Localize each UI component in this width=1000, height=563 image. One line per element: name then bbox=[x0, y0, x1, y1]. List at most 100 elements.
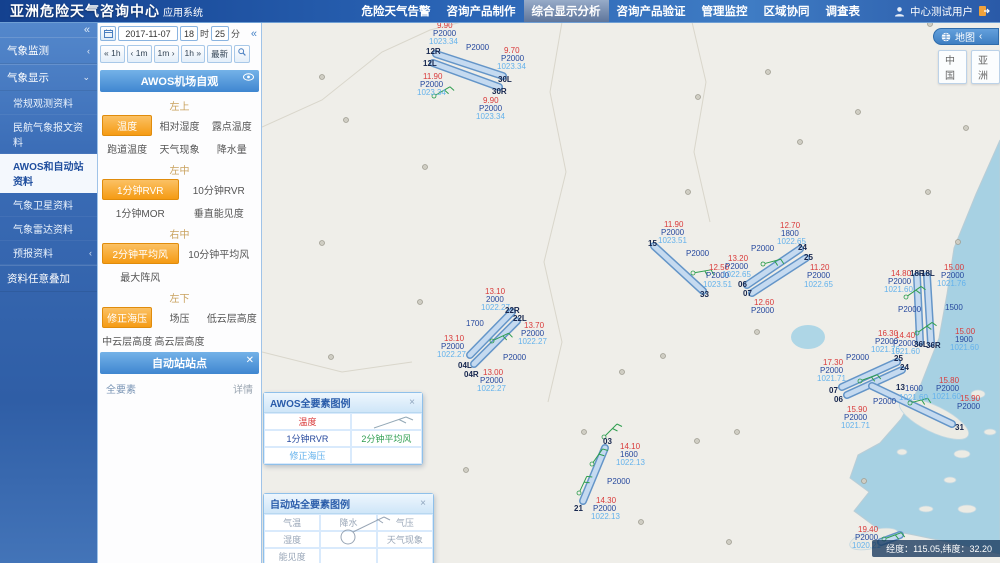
element-button[interactable]: 露点温度 bbox=[207, 116, 257, 135]
all-elements-link[interactable]: 全要素 bbox=[106, 381, 136, 396]
element-button[interactable]: 天气现象 bbox=[154, 139, 204, 158]
station-links: 全要素 详情 bbox=[98, 376, 261, 401]
station-dot[interactable] bbox=[695, 439, 700, 444]
element-button[interactable]: 10分钟平均风 bbox=[181, 244, 258, 263]
chevron-left-icon[interactable]: ‹ bbox=[979, 31, 982, 42]
element-button[interactable]: 1分钟MOR bbox=[102, 203, 179, 222]
element-button[interactable]: 跑道温度 bbox=[102, 139, 152, 158]
station-dot[interactable] bbox=[755, 330, 760, 335]
station-dot[interactable] bbox=[686, 190, 691, 195]
basemap-toggle[interactable]: 地图 ‹ bbox=[933, 28, 999, 45]
position-label: 左上 bbox=[98, 94, 261, 115]
close-icon[interactable]: ✕ bbox=[246, 355, 254, 366]
close-icon[interactable]: × bbox=[408, 397, 416, 408]
element-button[interactable]: 中云层高度 bbox=[102, 331, 152, 350]
time-nav-button[interactable]: ‹ 1m bbox=[127, 45, 152, 63]
nav-item[interactable]: 管理监控 bbox=[694, 0, 756, 22]
logout-icon[interactable] bbox=[978, 5, 990, 17]
element-button[interactable]: 低云层高度 bbox=[207, 308, 257, 327]
station-dot[interactable] bbox=[856, 110, 861, 115]
time-nav-button[interactable]: « 1h bbox=[100, 45, 125, 63]
sidebar-item[interactable]: 气象显示⌄ bbox=[0, 64, 97, 91]
element-button[interactable]: 垂直能见度 bbox=[181, 203, 258, 222]
station-dot[interactable] bbox=[582, 430, 587, 435]
sidebar-item[interactable]: 气象雷达资料 bbox=[0, 217, 97, 241]
station-dot[interactable] bbox=[766, 70, 771, 75]
sidebar-item-label: 气象卫星资料 bbox=[13, 197, 73, 212]
active-element-button[interactable]: 1分钟RVR bbox=[102, 179, 179, 200]
sidebar-item[interactable]: 常规观测资料 bbox=[0, 91, 97, 115]
nav-item[interactable]: 综合显示分析 bbox=[524, 0, 609, 22]
time-nav-button[interactable]: 最新 bbox=[207, 45, 232, 63]
element-button[interactable]: 相对湿度 bbox=[154, 116, 204, 135]
date-row: 2017-11-07 18 时 25 分 « bbox=[98, 22, 261, 43]
region-button[interactable]: 中国 bbox=[938, 50, 967, 84]
detail-link[interactable]: 详情 bbox=[233, 381, 253, 396]
search-icon[interactable] bbox=[234, 45, 250, 63]
station-dot[interactable] bbox=[464, 468, 469, 473]
hour-unit: 时 bbox=[200, 27, 209, 40]
close-icon[interactable]: × bbox=[419, 498, 427, 509]
nav-item[interactable]: 区域协同 bbox=[756, 0, 818, 22]
station-dot[interactable] bbox=[926, 190, 931, 195]
station-dot[interactable] bbox=[862, 479, 867, 484]
station-dot[interactable] bbox=[329, 355, 334, 360]
station-dot[interactable] bbox=[798, 140, 803, 145]
hour-input[interactable]: 18 bbox=[180, 26, 198, 41]
station-dot[interactable] bbox=[620, 370, 625, 375]
element-button[interactable]: 场压 bbox=[154, 308, 204, 327]
time-nav-button[interactable]: 1m › bbox=[154, 45, 179, 63]
nav-item[interactable]: 咨询产品验证 bbox=[609, 0, 694, 22]
time-nav-button[interactable]: 1h » bbox=[181, 45, 206, 63]
sidebar-menu: 气象监测‹气象显示⌄ 常规观测资料民航气象报文资料AWOS和自动站资料气象卫星资料… bbox=[0, 37, 97, 292]
panel-collapse-icon[interactable]: « bbox=[251, 28, 259, 40]
sidebar-item[interactable]: 民航气象报文资料 bbox=[0, 115, 97, 154]
station-dot[interactable] bbox=[696, 95, 701, 100]
active-element-button[interactable]: 2分钟平均风 bbox=[102, 243, 179, 264]
calendar-icon[interactable] bbox=[100, 26, 116, 41]
region-button[interactable]: 亚洲 bbox=[971, 50, 1000, 84]
station-dot[interactable] bbox=[735, 430, 740, 435]
map-canvas[interactable]: 9.90P20001023.34P20009.70P20001023.3412R… bbox=[262, 22, 1000, 563]
nav-item[interactable]: 调查表 bbox=[818, 0, 869, 22]
active-element-button[interactable]: 修正海压 bbox=[102, 307, 152, 328]
eye-icon[interactable] bbox=[243, 73, 254, 84]
date-input[interactable]: 2017-11-07 bbox=[118, 26, 178, 41]
station-dot[interactable] bbox=[418, 300, 423, 305]
nav-item[interactable]: 咨询产品制作 bbox=[439, 0, 524, 22]
user-name[interactable]: 中心测试用户 bbox=[910, 4, 973, 19]
element-button[interactable]: 降水量 bbox=[207, 139, 257, 158]
station-dot[interactable] bbox=[344, 118, 349, 123]
station-dot[interactable] bbox=[727, 540, 732, 545]
legend-item: 修正海压 bbox=[264, 447, 351, 464]
minute-input[interactable]: 25 bbox=[211, 26, 229, 41]
station-section-header[interactable]: 自动站站点 ✕ bbox=[100, 352, 259, 374]
station-dot[interactable] bbox=[956, 240, 961, 245]
basemap-toggle-label: 地图 bbox=[955, 29, 975, 44]
station-dot[interactable] bbox=[320, 241, 325, 246]
awos-legend-header[interactable]: AWOS全要素图例 × bbox=[264, 393, 422, 413]
element-button[interactable]: 最大阵风 bbox=[102, 267, 179, 286]
awos-section-header[interactable]: AWOS机场自观 bbox=[100, 70, 259, 92]
sidebar-item[interactable]: 预报资料‹ bbox=[0, 241, 97, 265]
awos-legend-title: AWOS全要素图例 bbox=[270, 395, 351, 410]
station-dot[interactable] bbox=[964, 126, 969, 131]
station-dot[interactable] bbox=[639, 520, 644, 525]
nav-item[interactable]: 危险天气告警 bbox=[354, 0, 439, 22]
active-element-button[interactable]: 温度 bbox=[102, 115, 152, 136]
station-dot[interactable] bbox=[423, 165, 428, 170]
sidebar-item[interactable]: 资料任意叠加 bbox=[0, 265, 97, 292]
awos-legend-popup: AWOS全要素图例 × 温度1分钟RVR2分钟平均风修正海压 bbox=[263, 392, 423, 465]
sidebar-item[interactable]: 气象卫星资料 bbox=[0, 193, 97, 217]
element-button[interactable]: 10分钟RVR bbox=[181, 180, 258, 199]
sidebar-item-label: 气象雷达资料 bbox=[13, 221, 73, 236]
auto-legend-header[interactable]: 自动站全要素图例 × bbox=[264, 494, 433, 514]
station-dot[interactable] bbox=[320, 75, 325, 80]
sidebar-item-label: 常规观测资料 bbox=[13, 95, 73, 110]
element-button[interactable]: 高云层高度 bbox=[154, 331, 204, 350]
sidebar-item[interactable]: AWOS和自动站资料 bbox=[0, 154, 97, 193]
sidebar-item[interactable]: 气象监测‹ bbox=[0, 37, 97, 64]
station-dot[interactable] bbox=[661, 354, 666, 359]
sidebar-collapse-icon[interactable]: « bbox=[0, 22, 97, 37]
user-area: 中心测试用户 bbox=[894, 4, 990, 19]
